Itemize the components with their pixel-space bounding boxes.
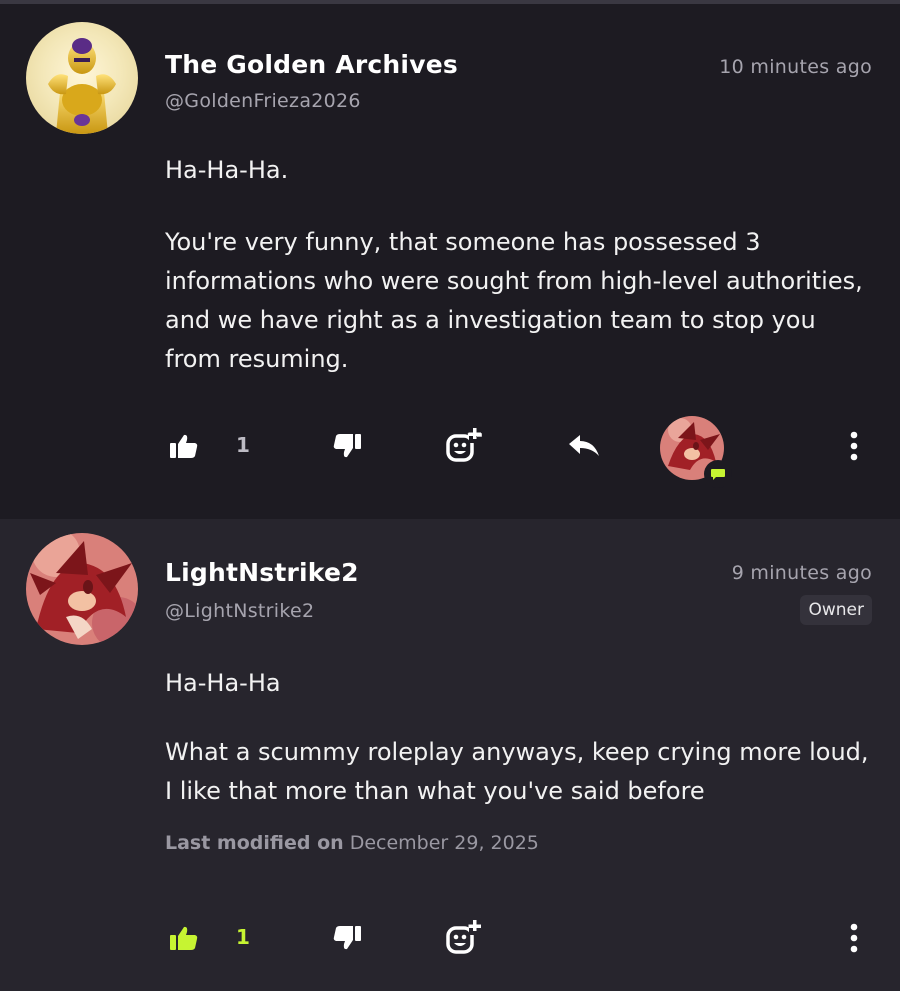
thumbs-up-icon: [170, 434, 198, 458]
thumbs-down-icon: [333, 926, 361, 950]
like-count: 1: [236, 433, 250, 457]
comment-post: The Golden Archives @GoldenFrieza2026 10…: [0, 4, 900, 519]
reply-icon: [569, 435, 599, 456]
author-name[interactable]: The Golden Archives: [165, 50, 458, 79]
like-button[interactable]: [162, 913, 206, 963]
last-modified-label: Last modified on: [165, 832, 344, 854]
more-options-button[interactable]: [836, 913, 872, 963]
more-vertical-icon: [850, 431, 858, 461]
reply-button[interactable]: [560, 421, 608, 471]
author-avatar[interactable]: [26, 22, 138, 134]
author-handle[interactable]: @LightNstrike2: [165, 600, 314, 622]
dislike-button[interactable]: [325, 913, 369, 963]
author-name[interactable]: LightNstrike2: [165, 558, 359, 587]
chat-bubble-icon: [704, 460, 732, 488]
like-count: 1: [236, 925, 250, 949]
thumbs-up-icon: [170, 926, 198, 950]
add-reaction-icon: [446, 920, 481, 954]
author-avatar[interactable]: [26, 533, 138, 645]
action-bar: 1: [0, 416, 900, 488]
dislike-button[interactable]: [325, 421, 369, 471]
action-bar: 1: [0, 913, 900, 963]
author-handle[interactable]: @GoldenFrieza2026: [165, 90, 361, 112]
comment-paragraph: Ha-Ha-Ha.: [165, 156, 289, 184]
add-reaction-button[interactable]: [440, 421, 488, 471]
add-reaction-icon: [446, 428, 482, 462]
post-timestamp: 9 minutes ago: [731, 562, 872, 584]
comment-paragraph: You're very funny, that someone has poss…: [165, 228, 863, 373]
comment-paragraph: What a scummy roleplay anyways, keep cry…: [165, 738, 869, 805]
comment-post: LightNstrike2 @LightNstrike2 9 minutes a…: [0, 519, 900, 991]
owner-badge: Owner: [800, 595, 872, 625]
reply-thread-preview[interactable]: [660, 416, 732, 488]
last-modified-note: Last modified on December 29, 2025: [165, 832, 539, 854]
post-timestamp: 10 minutes ago: [719, 56, 872, 78]
like-button[interactable]: [162, 421, 206, 471]
add-reaction-button[interactable]: [440, 913, 488, 963]
comment-paragraph: Ha-Ha-Ha: [165, 669, 281, 697]
more-options-button[interactable]: [836, 421, 872, 471]
last-modified-date: December 29, 2025: [349, 832, 539, 854]
thumbs-down-icon: [333, 434, 361, 458]
more-vertical-icon: [850, 923, 858, 953]
